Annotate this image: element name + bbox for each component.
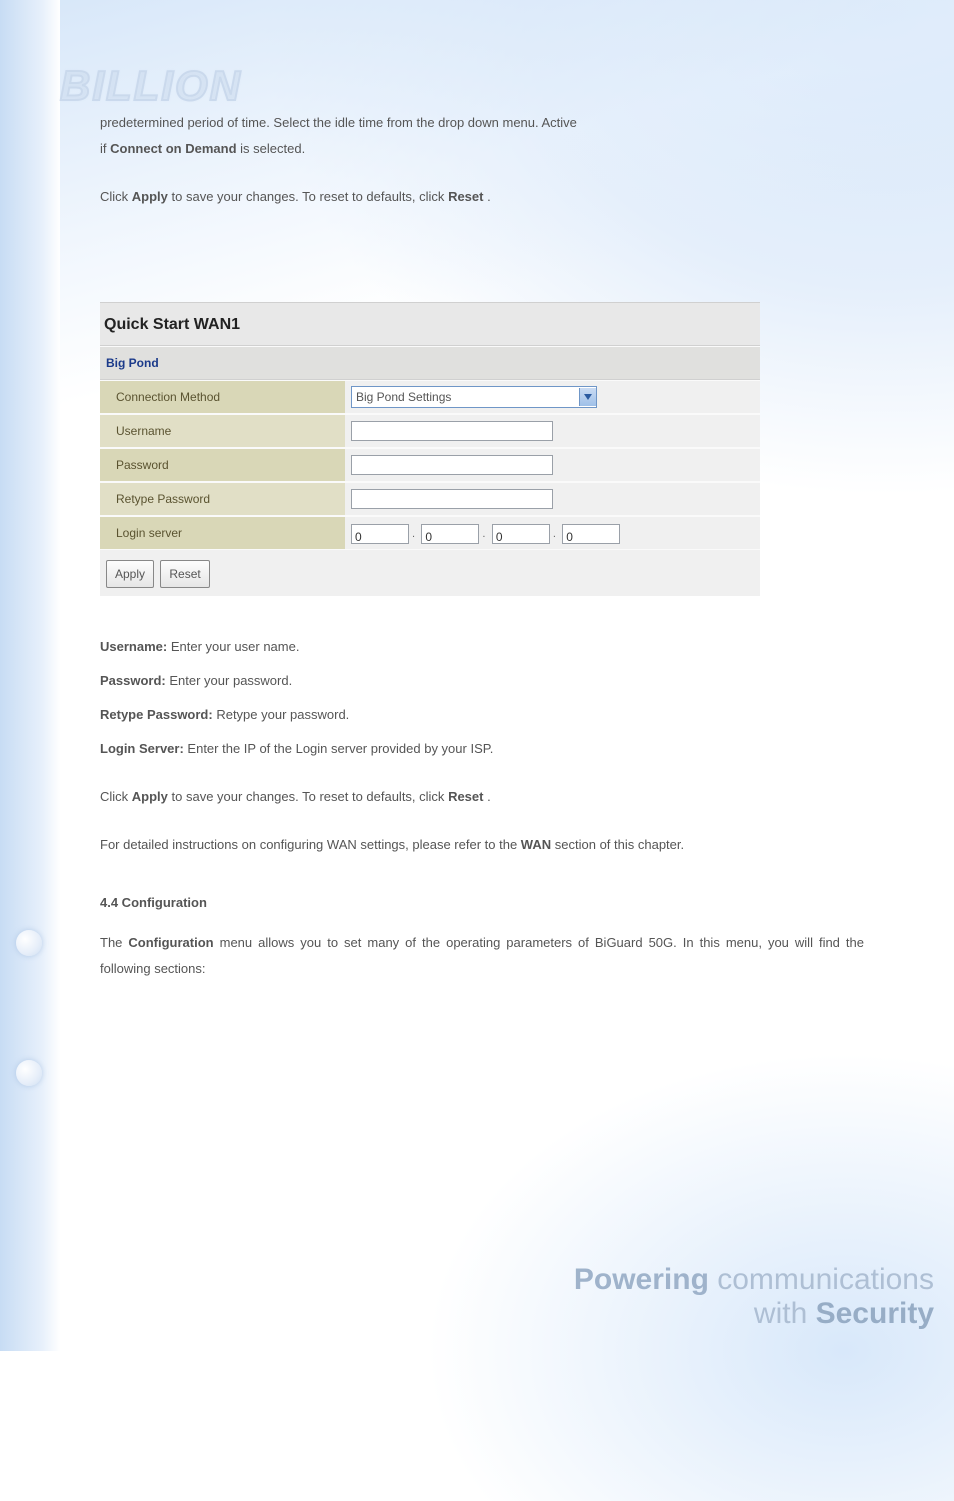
brand-logo: BILLION — [60, 62, 242, 110]
ip-separator: . — [550, 523, 559, 545]
body-text-emphasis: Apply — [132, 189, 168, 204]
body-text: is selected. — [240, 141, 305, 156]
form-label: Connection Method — [100, 381, 345, 413]
form-row-username: Username — [100, 414, 760, 448]
body-text: Click — [100, 789, 132, 804]
login-server-octet-1[interactable]: 0 — [351, 524, 409, 544]
form-label: Retype Password — [100, 483, 345, 515]
definition-line: Retype Password: Retype your password. — [100, 702, 864, 728]
body-text: menu allows you to set many of the opera… — [100, 935, 864, 976]
body-text: . — [487, 789, 491, 804]
paragraph: For detailed instructions on configuring… — [100, 832, 864, 858]
body-text: Click — [100, 189, 132, 204]
definition-term: Username: — [100, 639, 167, 654]
settings-panel: Quick Start WAN1 Big Pond Connection Met… — [100, 302, 760, 596]
connection-method-select[interactable]: Big Pond Settings — [351, 386, 597, 408]
footer-word-communications: communications — [709, 1263, 934, 1296]
rail-decoration-dot — [16, 930, 42, 956]
apply-button[interactable]: Apply — [106, 560, 154, 588]
username-input[interactable] — [351, 421, 553, 441]
body-text: predetermined period of time. Select the… — [100, 115, 577, 130]
body-text-emphasis: Connect on Demand — [110, 141, 236, 156]
body-text: The — [100, 935, 128, 950]
login-server-octet-4[interactable]: 0 — [562, 524, 620, 544]
panel-subtitle: Big Pond — [100, 346, 760, 380]
body-text-emphasis: Apply — [132, 789, 168, 804]
form-label: Login server — [100, 517, 345, 549]
paragraph: Click Apply to save your changes. To res… — [100, 784, 864, 810]
footer-tagline: Powering communications with Security — [574, 1263, 934, 1331]
paragraph: predetermined period of time. Select the… — [100, 110, 864, 162]
body-text-emphasis: Reset — [448, 189, 483, 204]
body-text: . — [487, 189, 491, 204]
login-server-octet-3[interactable]: 0 — [492, 524, 550, 544]
reset-button[interactable]: Reset — [160, 560, 209, 588]
paragraph: Click Apply to save your changes. To res… — [100, 184, 864, 210]
form-row-retype-password: Retype Password — [100, 482, 760, 516]
definition-text: Enter your user name. — [171, 639, 300, 654]
footer-word-with: with — [754, 1297, 816, 1330]
footer-word-powering: Powering — [574, 1263, 709, 1296]
definition-term: Password: — [100, 673, 166, 688]
definition-text: Enter your password. — [169, 673, 292, 688]
body-text: section of this chapter. — [555, 837, 684, 852]
definition-term: Login Server: — [100, 741, 184, 756]
definition-term: Retype Password: — [100, 707, 213, 722]
form-label: Username — [100, 415, 345, 447]
ip-separator: . — [479, 523, 488, 545]
panel-title: Quick Start WAN1 — [100, 303, 760, 346]
body-text: For detailed instructions on configuring… — [100, 837, 521, 852]
definition-line: Username: Enter your user name. — [100, 634, 864, 660]
body-text-emphasis: Reset — [448, 789, 483, 804]
body-text-emphasis: Configuration — [128, 935, 213, 950]
ip-separator: . — [409, 523, 418, 545]
body-text: to save your changes. To reset to defaul… — [172, 189, 449, 204]
retype-password-input[interactable] — [351, 489, 553, 509]
password-input[interactable] — [351, 455, 553, 475]
paragraph: The Configuration menu allows you to set… — [100, 930, 864, 982]
definition-line: Login Server: Enter the IP of the Login … — [100, 736, 864, 762]
body-text-emphasis: WAN — [521, 837, 551, 852]
body-text: if — [100, 141, 110, 156]
login-server-octet-2[interactable]: 0 — [421, 524, 479, 544]
rail-decoration-dot — [16, 1060, 42, 1086]
form-label: Password — [100, 449, 345, 481]
definition-text: Enter the IP of the Login server provide… — [187, 741, 493, 756]
definition-text: Retype your password. — [216, 707, 349, 722]
body-text: to save your changes. To reset to defaul… — [172, 789, 449, 804]
footer-word-security: Security — [816, 1297, 934, 1330]
definition-line: Password: Enter your password. — [100, 668, 864, 694]
panel-button-row: Apply Reset — [100, 550, 760, 596]
select-value: Big Pond Settings — [356, 385, 451, 409]
form-row-connection-method: Connection Method Big Pond Settings — [100, 380, 760, 414]
section-heading: 4.4 Configuration — [100, 890, 864, 916]
chevron-down-icon — [579, 388, 596, 406]
form-row-password: Password — [100, 448, 760, 482]
form-row-login-server: Login server 0. 0. 0. 0 — [100, 516, 760, 550]
brand-logo-text: BILLION — [60, 62, 242, 109]
